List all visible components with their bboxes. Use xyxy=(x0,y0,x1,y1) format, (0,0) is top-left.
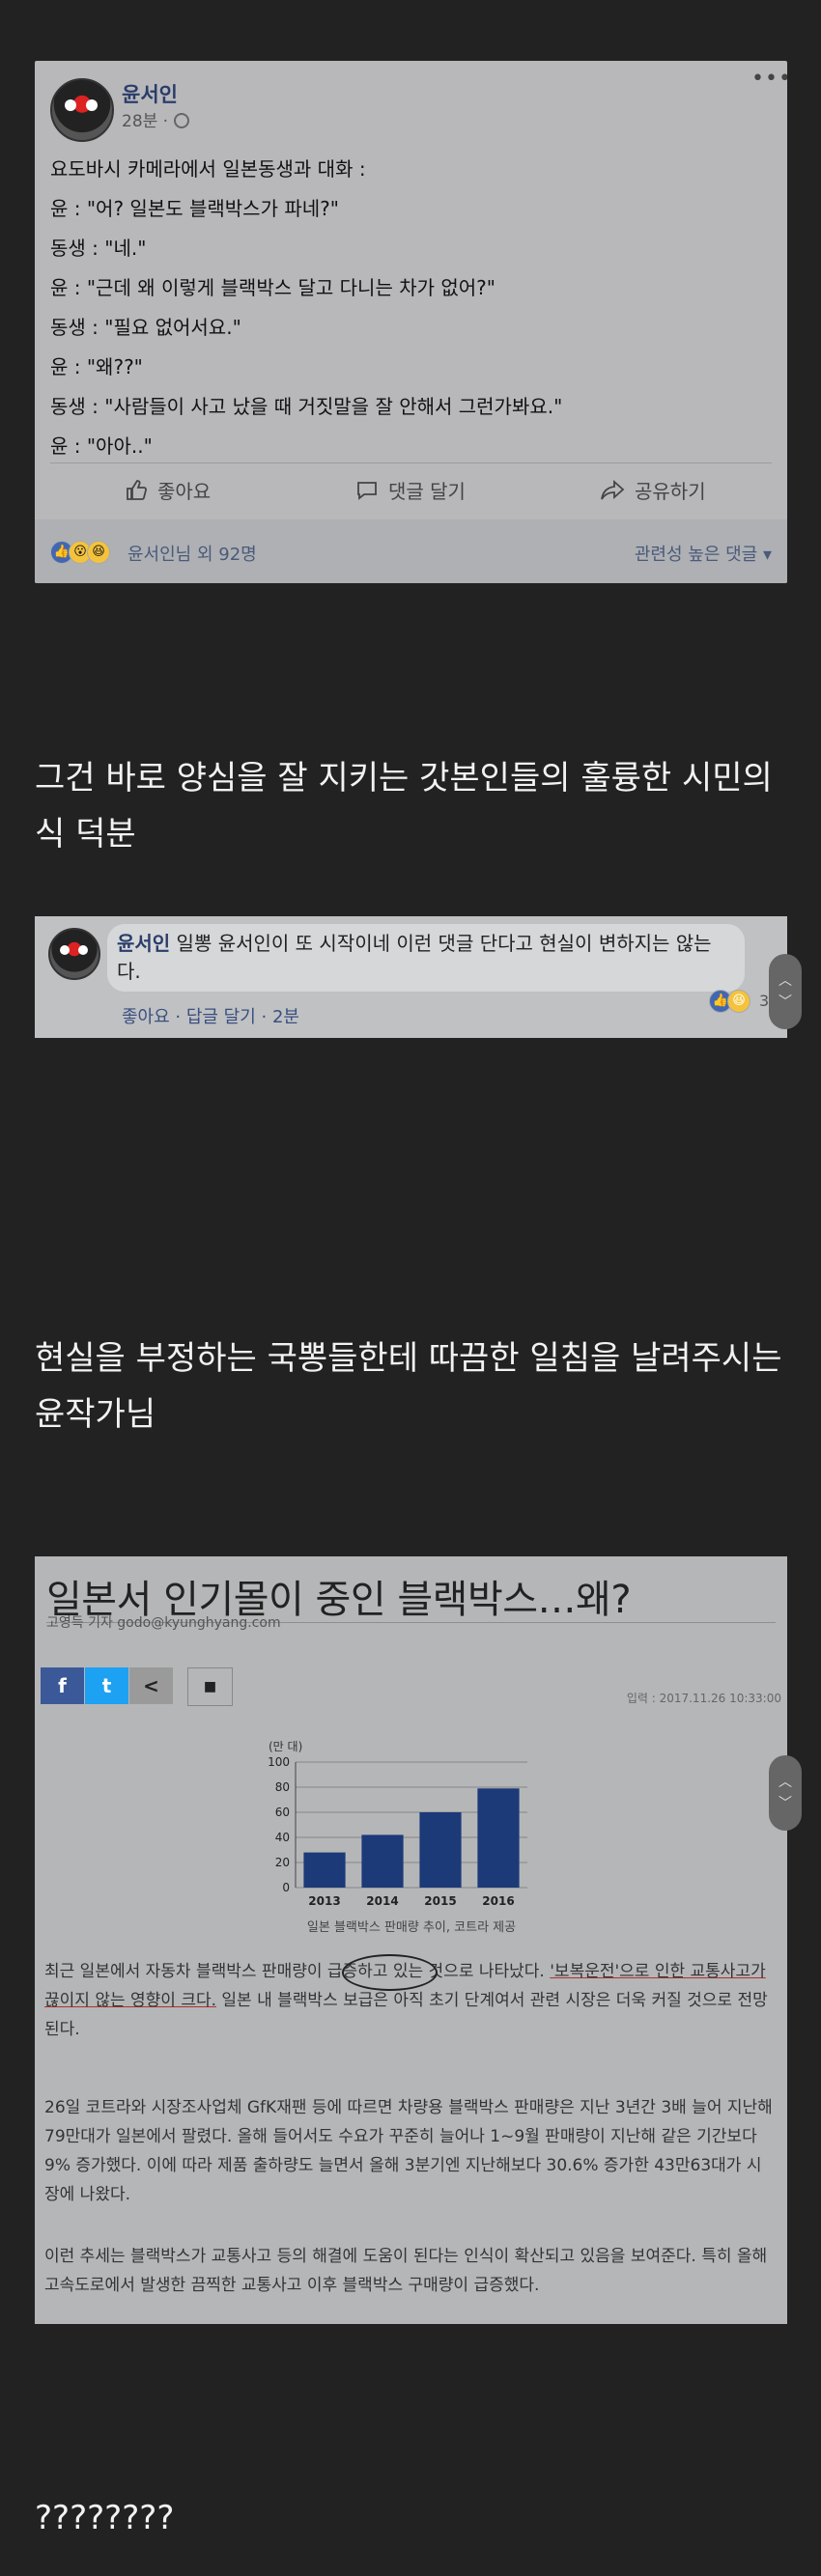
commenter-avatar[interactable] xyxy=(48,928,100,980)
share-buttons: f t < ■ xyxy=(41,1667,233,1706)
caption-1: 그건 바로 양심을 잘 지키는 갓본인들의 훌륭한 시민의식 덕분 xyxy=(35,759,773,854)
caption-3: ???????? xyxy=(35,2499,175,2537)
paragraph-text: 최근 일본에서 자동차 블랙박스 판매량이 급증하고 있는 것으로 나타났다. xyxy=(44,1962,551,1981)
share-button[interactable]: 공유하기 xyxy=(600,476,706,504)
post-line: 윤 : "왜??" xyxy=(50,355,143,378)
haha-reaction-icon: 😆 xyxy=(87,541,110,564)
comment-bubble: 윤서인 일뽕 윤서인이 또 시작이네 이런 댓글 단다고 현실이 변하지는 않는… xyxy=(107,924,745,992)
chevron-up-icon: ︿ xyxy=(779,973,792,989)
chevron-down-icon: ﹀ xyxy=(779,1796,792,1811)
caption-2: 현실을 부정하는 국뽕들한테 따끔한 일침을 날려주시는 윤작가님 xyxy=(35,1339,782,1434)
article-date: 입력 : 2017.11.26 10:33:00 xyxy=(626,1692,781,1705)
bar-chart: (만 대) 0 20 40 60 80 100 2013 2014 2015 2016 일본 블랙박… xyxy=(238,1735,585,1938)
x-tick-label: 2013 xyxy=(308,1894,340,1908)
article-byline[interactable]: 고영득 기자 godo@kyunghyang.com xyxy=(46,1612,281,1632)
bar-2014 xyxy=(361,1834,404,1888)
share-arrow-icon xyxy=(601,479,625,499)
scroll-control[interactable]: ︿ ﹀ xyxy=(769,1755,802,1831)
bar-2015 xyxy=(419,1812,462,1888)
comment-reaction-count: 3 xyxy=(759,992,770,1010)
share-icon[interactable]: < xyxy=(129,1667,173,1704)
chevron-up-icon: ︿ xyxy=(779,1775,792,1790)
post-body: 요도바시 카메라에서 일본동생과 대화 : 윤 : "어? 일본도 블랙박스가 … xyxy=(50,154,562,470)
comment-text: 일뽕 윤서인이 또 시작이네 이런 댓글 단다고 현실이 변하지는 않는다. xyxy=(117,932,712,983)
reactions-bar: 👍 😮 😆 윤서인님 외 92명 관련성 높은 댓글 ▾ xyxy=(35,519,787,583)
y-tick-label: 40 xyxy=(275,1831,290,1844)
article-paragraph-3: 이런 추세는 블랙박스가 교통사고 등의 해결에 도움이 된다는 인식이 확산되… xyxy=(44,2247,768,2295)
x-tick-label: 2016 xyxy=(482,1894,514,1908)
more-options-icon[interactable]: ••• xyxy=(751,67,787,91)
message-icon[interactable]: ■ xyxy=(187,1667,233,1706)
y-tick-label: 20 xyxy=(275,1856,290,1869)
scroll-control[interactable]: ︿ ﹀ xyxy=(769,954,802,1029)
haha-reaction-icon: 😆 xyxy=(727,990,750,1013)
author-avatar[interactable] xyxy=(50,78,114,142)
post-time[interactable]: 28분 · xyxy=(122,107,189,131)
post-line: 윤 : "어? 일본도 블랙박스가 파네?" xyxy=(50,197,339,220)
x-tick-label: 2014 xyxy=(366,1894,398,1908)
reaction-icons[interactable]: 👍 😮 😆 xyxy=(50,541,110,564)
thumbs-up-icon xyxy=(127,479,147,500)
news-article-screenshot: 일본서 인기몰이 중인 블랙박스…왜? 고영득 기자 godo@kyunghya… xyxy=(35,1556,787,2324)
post-line: 동생 : "네." xyxy=(50,237,147,260)
post-line: 동생 : "사람들이 사고 났을 때 거짓말을 잘 안해서 그런가봐요." xyxy=(50,395,563,418)
reactions-count[interactable]: 윤서인님 외 92명 xyxy=(127,541,257,566)
y-tick-label: 60 xyxy=(275,1806,290,1819)
like-button[interactable]: 좋아요 xyxy=(125,476,211,504)
post-line: 윤 : "아아.." xyxy=(50,434,153,458)
comment-sort-dropdown[interactable]: 관련성 높은 댓글 ▾ xyxy=(635,541,772,566)
chart-svg: (만 대) 0 20 40 60 80 100 2013 2014 2015 2016 xyxy=(268,1740,527,1908)
bar-2016 xyxy=(477,1788,520,1888)
post-line: 윤 : "근데 왜 이렇게 블랙박스 달고 다니는 차가 없어?" xyxy=(50,276,495,299)
post-author[interactable]: 윤서인 xyxy=(122,79,178,108)
x-tick-label: 2015 xyxy=(424,1894,456,1908)
chevron-down-icon: ﹀ xyxy=(779,994,792,1010)
globe-icon xyxy=(173,113,189,128)
article-paragraph-2: 26일 코트라와 시장조사업체 GfK재팬 등에 따르면 차량용 블랙박스 판매… xyxy=(44,2098,773,2204)
comment-button[interactable]: 댓글 달기 xyxy=(355,476,466,504)
twitter-share-icon[interactable]: t xyxy=(85,1667,128,1704)
y-tick-label: 0 xyxy=(282,1881,290,1894)
speech-bubble-icon xyxy=(357,481,377,500)
facebook-post-screenshot: 윤서인 28분 · ••• 요도바시 카메라에서 일본동생과 대화 : 윤 : … xyxy=(35,61,787,583)
y-axis-label: (만 대) xyxy=(269,1740,302,1753)
y-tick-label: 100 xyxy=(268,1755,290,1769)
handwritten-circle xyxy=(342,1954,438,1991)
y-tick-label: 80 xyxy=(275,1780,290,1794)
facebook-comment-screenshot: 윤서인 일뽕 윤서인이 또 시작이네 이런 댓글 단다고 현실이 변하지는 않는… xyxy=(35,916,787,1038)
chart-caption: 일본 블랙박스 판매량 추이, 코트라 제공 xyxy=(306,1920,517,1935)
post-line: 요도바시 카메라에서 일본동생과 대화 : xyxy=(50,157,366,181)
bar-2013 xyxy=(303,1852,346,1888)
post-line: 동생 : "필요 없어서요." xyxy=(50,316,241,339)
divider xyxy=(50,462,772,463)
comment-actions[interactable]: 좋아요 · 답글 달기 · 2분 xyxy=(122,1003,299,1028)
facebook-share-icon[interactable]: f xyxy=(41,1667,84,1704)
comment-reaction-icons[interactable]: 👍 😆 xyxy=(709,990,750,1013)
comment-author[interactable]: 윤서인 xyxy=(117,932,170,955)
